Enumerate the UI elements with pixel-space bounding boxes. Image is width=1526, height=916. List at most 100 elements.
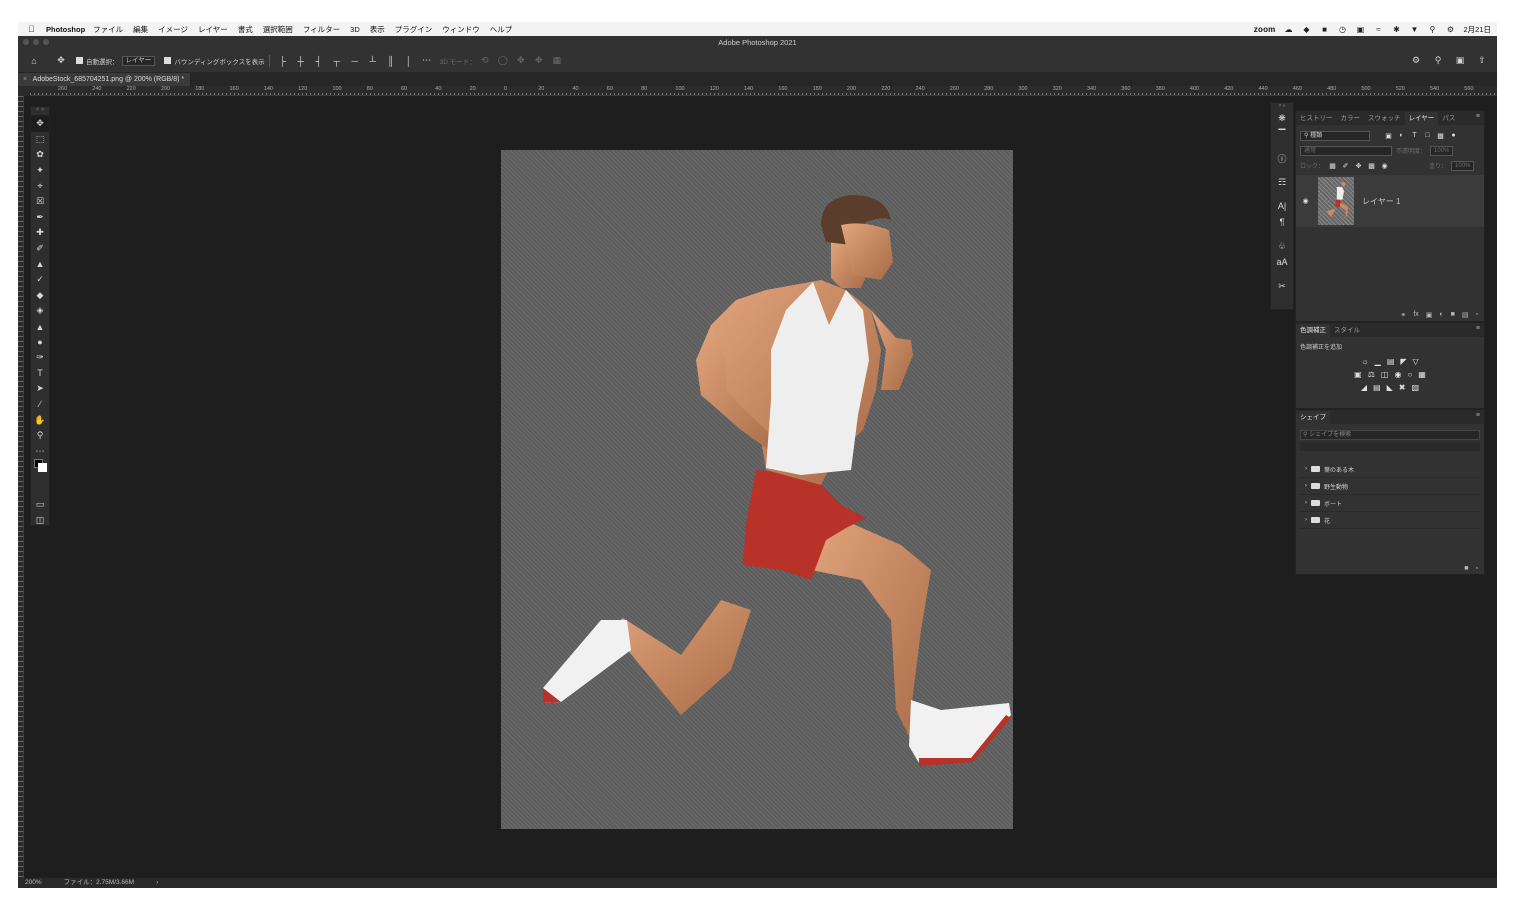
menu-type[interactable]: 書式 [238,24,253,35]
threshold-icon[interactable]: ◣ [1387,383,1393,392]
gradient-map-icon[interactable]: ▧ [1412,383,1420,392]
layer-name[interactable]: レイヤー 1 [1362,196,1400,207]
blur-tool-icon[interactable]: ▲ [31,319,49,335]
screen-mode-icon[interactable]: ◫ [31,512,49,528]
filter-smart-object-icon[interactable]: ▩ [1436,132,1445,140]
exposure-icon[interactable]: ◤ [1400,357,1406,366]
chevron-right-icon[interactable]: › [1305,466,1307,472]
filter-type-icon[interactable]: T [1410,132,1419,139]
document-canvas[interactable] [501,150,1013,829]
app-menu[interactable]: Photoshop [46,25,85,34]
move-tool-preset-icon[interactable]: ✥ [55,55,67,67]
zoom-menu-extra[interactable]: zoom [1254,25,1276,34]
tab-swatches[interactable]: スウォッチ [1364,112,1405,125]
tab-color[interactable]: カラー [1337,112,1365,125]
lock-transparent-icon[interactable]: ▦ [1328,162,1337,170]
character-styles-icon[interactable]: aA [1271,254,1293,270]
3d-pan-icon[interactable]: ✥ [515,55,527,67]
align-right-icon[interactable]: ┤ [313,55,325,67]
menu-edit[interactable]: 編集 [133,24,148,35]
link-layers-icon[interactable]: ⚭ [1400,311,1406,319]
menu-view[interactable]: 表示 [370,24,385,35]
color-lookup-icon[interactable]: ▦ [1418,370,1426,379]
shape-group[interactable]: › 野生動物 [1300,478,1480,495]
zoom-tool-icon[interactable]: ⚲ [31,428,49,444]
eyedropper-tool-icon[interactable]: ✒ [31,210,49,226]
tools-settings-icon[interactable]: ✂ [1271,278,1293,294]
align-top-icon[interactable]: ┬ [331,55,343,67]
menu-image[interactable]: イメージ [158,24,188,35]
filter-shape-icon[interactable]: □ [1423,132,1432,139]
align-left-icon[interactable]: ├ [277,55,289,67]
bounding-box-checkbox[interactable] [164,57,172,64]
panel-menu-icon[interactable]: ≡ [1476,412,1480,419]
levels-icon[interactable]: ▁ [1375,357,1381,366]
zoom-window-button[interactable] [43,39,49,45]
menu-filter[interactable]: フィルター [303,24,340,35]
paragraph-icon[interactable]: ¶ [1271,214,1293,230]
shape-group[interactable]: › 葉のある木 [1300,461,1480,478]
shape-search-input[interactable]: ⚲ シェイプを検索 [1300,430,1480,440]
selective-color-icon[interactable]: ✖ [1399,383,1406,392]
tab-styles[interactable]: スタイル [1330,324,1364,337]
brightness-contrast-icon[interactable]: ☼ [1361,357,1368,366]
crop-tool-icon[interactable]: ⌖ [31,178,49,194]
fill-input[interactable]: 100% [1451,160,1475,171]
line-tool-icon[interactable]: ∕ [31,397,49,413]
apple-icon[interactable]:  [28,24,40,34]
paint-bucket-tool-icon[interactable]: ◈ [31,303,49,319]
info-icon[interactable]: ⓘ [1271,150,1293,166]
chevron-right-icon[interactable]: › [1305,517,1307,523]
layer-filter-dropdown[interactable]: ⚲ 種類 [1300,130,1370,141]
chevron-right-icon[interactable]: › [1305,500,1307,506]
wifi-icon[interactable]: ▼ [1409,25,1419,34]
align-middle-icon[interactable]: ─ [349,55,361,67]
layer-style-icon[interactable]: fx [1413,311,1418,319]
file-info[interactable]: ファイル：2.75M/3.66M [64,878,134,888]
hue-saturation-icon[interactable]: ▣ [1354,370,1362,379]
lock-image-icon[interactable]: ✐ [1341,162,1350,170]
menu-3d[interactable]: 3D [350,25,360,34]
filter-adjustment-icon[interactable]: ◐ [1397,132,1406,139]
control-center-icon[interactable]: ⚙ [1445,25,1455,34]
learn-icon[interactable]: ⚙ [1410,55,1422,67]
menu-help[interactable]: ヘルプ [490,24,513,35]
creative-cloud-icon[interactable]: ☁ [1283,25,1293,34]
new-adjustment-layer-icon[interactable]: ◐ [1439,311,1443,319]
invert-icon[interactable]: ◢ [1361,383,1367,392]
history-brush-tool-icon[interactable]: ✓ [31,272,49,288]
align-center-h-icon[interactable]: ┼ [295,55,307,67]
add-mask-icon[interactable]: ▣ [1426,311,1433,319]
shape-group[interactable]: › ボート [1300,495,1480,512]
edit-toolbar-icon[interactable]: ⋯ [31,443,49,459]
3d-slide-icon[interactable]: ✥ [533,55,545,67]
vertical-ruler[interactable] [18,96,24,880]
photo-filter-icon[interactable]: ◉ [1394,370,1401,379]
posterize-icon[interactable]: ▤ [1373,383,1381,392]
home-icon[interactable]: ⌂ [28,55,40,67]
tab-paths[interactable]: パス [1438,112,1459,125]
frame-tool-icon[interactable]: ☒ [31,194,49,210]
menu-file[interactable]: ファイル [93,24,123,35]
marquee-tool-icon[interactable]: ⬚ [31,132,49,148]
visibility-eye-icon[interactable]: ◉ [1301,197,1310,205]
pen-tool-icon[interactable]: ✑ [31,350,49,366]
zoom-level[interactable]: 200% [25,878,42,888]
3d-roll-icon[interactable]: ◯ [497,55,509,67]
opacity-input[interactable]: 100% [1430,145,1454,156]
distribute-h-icon[interactable]: │ [403,55,415,67]
background-color-swatch[interactable] [38,463,47,472]
chevron-right-icon[interactable]: › [156,878,158,888]
menu-layer[interactable]: レイヤー [198,24,228,35]
panel-grip[interactable]: × » [31,107,49,116]
menu-plugins[interactable]: プラグイン [395,24,433,35]
clock-status-icon[interactable]: ◷ [1337,25,1347,34]
3d-rotate-icon[interactable]: ⟲ [479,55,491,67]
align-bottom-icon[interactable]: ┴ [367,55,379,67]
delete-icon[interactable]: ▫ [1476,565,1478,572]
shape-group[interactable]: › 花 [1300,512,1480,529]
tab-history[interactable]: ヒストリー [1296,112,1337,125]
menu-select[interactable]: 選択範囲 [263,24,293,35]
close-window-button[interactable] [23,39,29,45]
glyphs-icon[interactable]: ♧ [1271,238,1293,254]
